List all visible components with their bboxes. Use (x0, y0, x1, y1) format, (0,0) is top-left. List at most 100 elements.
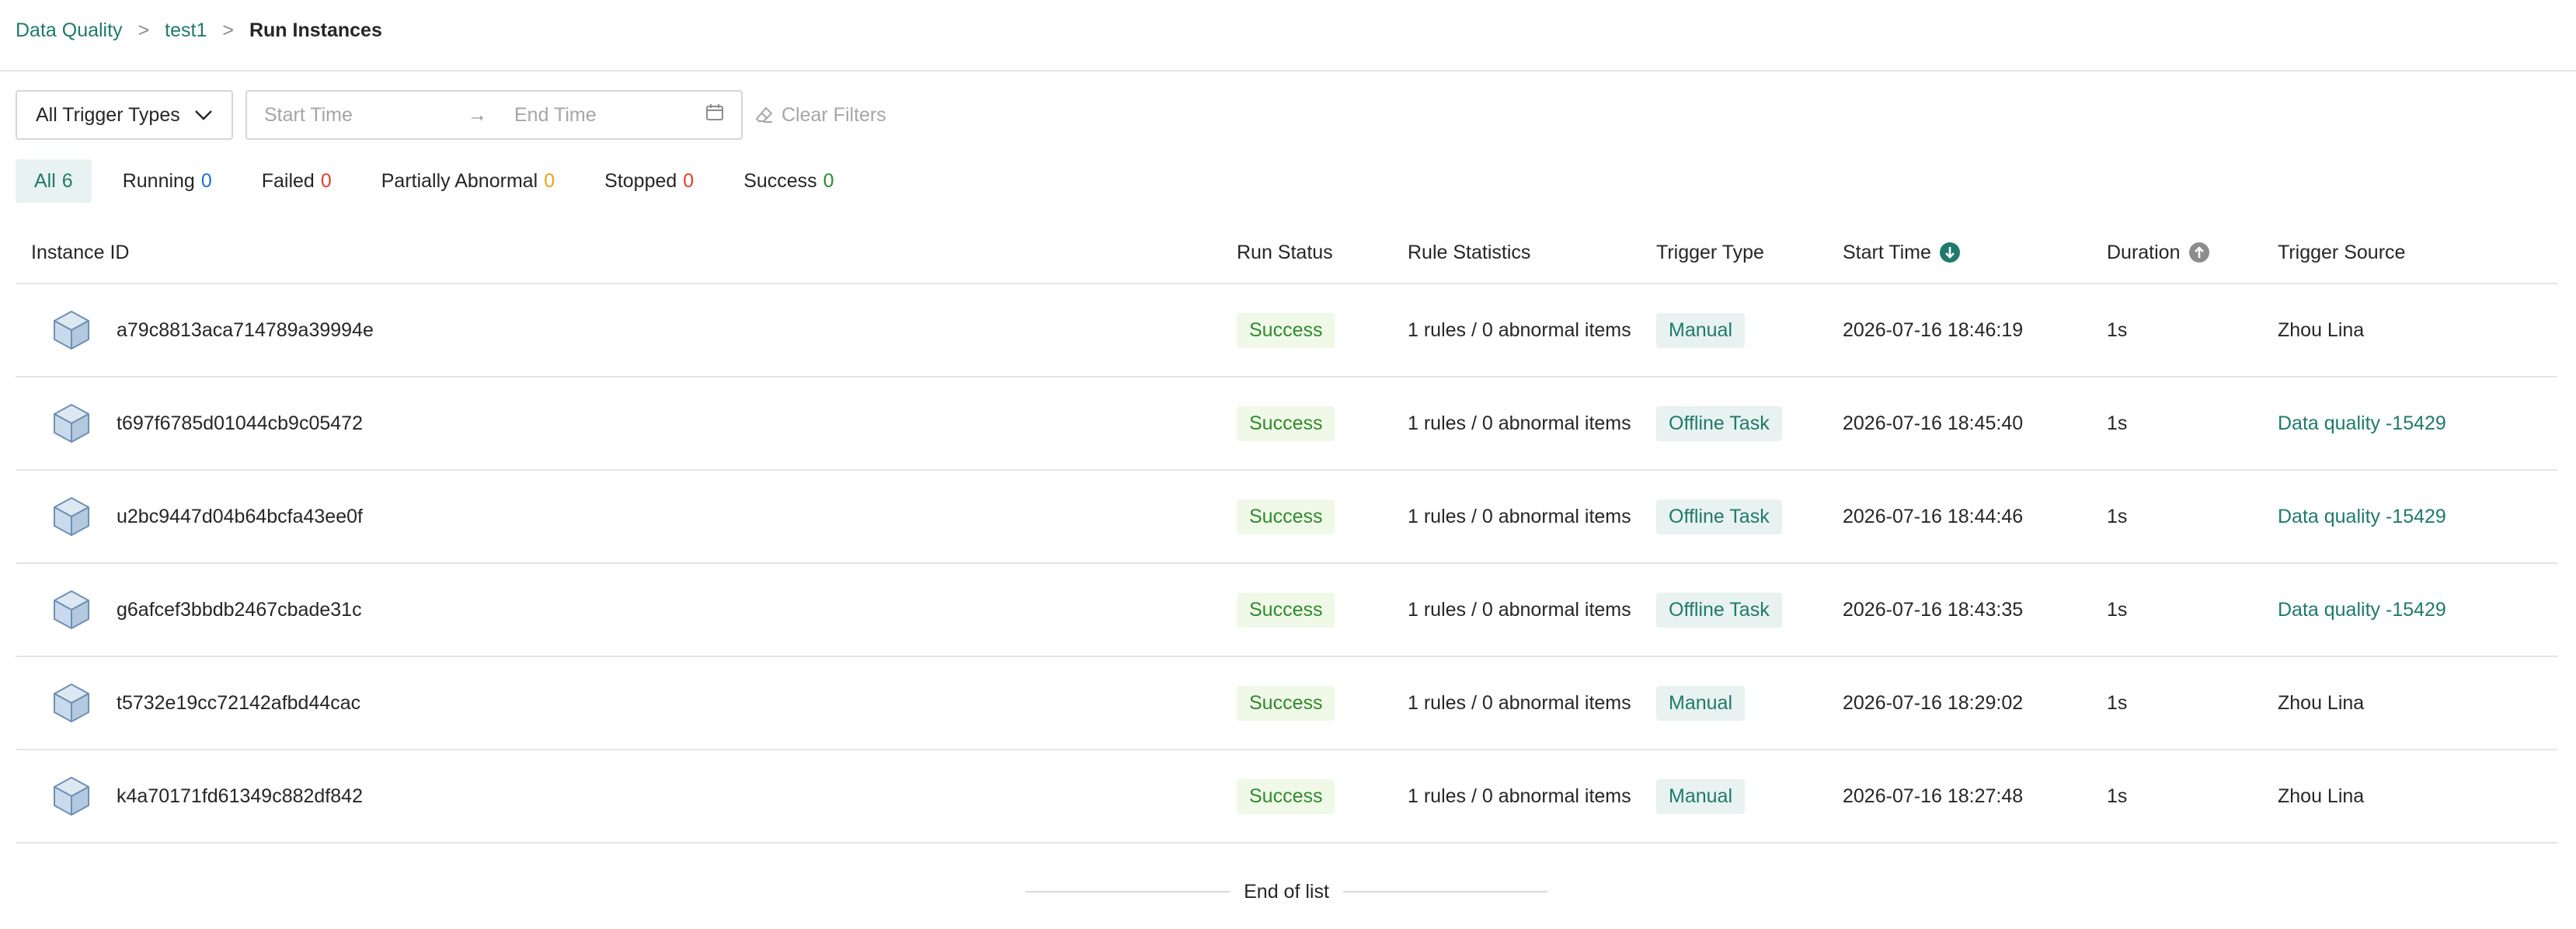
cell-trigger-type: Manual (1656, 685, 1843, 721)
breadcrumb: Data Quality > test1 > Run Instances (16, 0, 382, 61)
trigger-source-text[interactable]: Data quality -15429 (2278, 599, 2446, 621)
cell-start-time: 2026-07-16 18:45:40 (1843, 412, 2024, 434)
cell-run-status: Success (1237, 685, 1408, 721)
sort-up-icon[interactable] (2188, 242, 2210, 263)
clear-filters-label: Clear Filters (782, 103, 886, 126)
cube-icon (54, 777, 89, 816)
divider-line (1025, 891, 1231, 892)
tab-label: Partially Abnormal (381, 169, 538, 192)
cell-run-status: Success (1237, 499, 1408, 534)
trigger-type-tag: Manual (1656, 685, 1745, 721)
cell-instance-id: t5732e19cc72142afbd44cac (16, 680, 1237, 726)
tab-count: 6 (61, 169, 73, 192)
column-header-label: Start Time (1843, 241, 1931, 263)
table-row[interactable]: t5732e19cc72142afbd44cac Success 1 rules /… (16, 657, 2557, 750)
trigger-source-text[interactable]: Data quality -15429 (2278, 412, 2446, 434)
tab-stopped[interactable]: Stopped 0 (586, 159, 712, 203)
cell-start-time: 2026-07-16 18:27:48 (1843, 785, 2024, 807)
tab-count: 0 (320, 169, 332, 192)
column-header-start-time[interactable]: Start Time (1843, 242, 2107, 264)
status-badge: Success (1237, 499, 1335, 534)
cube-icon (54, 404, 89, 443)
tab-failed[interactable]: Failed 0 (243, 159, 350, 203)
cell-rule-statistics: 1 rules / 0 abnormal items (1408, 318, 1631, 341)
start-time-input[interactable]: Start Time (264, 104, 468, 127)
cell-duration: 1s (2107, 691, 2128, 714)
breadcrumb-separator: > (222, 19, 234, 41)
cell-start-time: 2026-07-16 18:29:02 (1843, 691, 2024, 714)
cell-trigger-source: Zhou Lina (2278, 319, 2557, 342)
table-row[interactable]: u2bc9447d04b64bcfa43ee0f Success 1 rules /… (16, 471, 2557, 564)
column-header-trigger-type: Trigger Type (1656, 241, 1764, 263)
end-time-input[interactable]: End Time (514, 104, 705, 127)
table-row[interactable]: a79c8813aca714789a39994e Success 1 rules /… (16, 284, 2557, 378)
status-tabs: All 6 Running 0 Failed 0 Partially Abnor… (16, 159, 865, 203)
status-badge: Success (1237, 685, 1335, 721)
status-badge: Success (1237, 405, 1335, 441)
end-of-list-label: End of list (1244, 880, 1329, 903)
cell-instance-id: t697f6785d01044cb9c05472 (16, 400, 1237, 447)
cell-run-status: Success (1237, 312, 1408, 348)
cell-instance-id: g6afcef3bbdb2467cbade31c (16, 586, 1237, 633)
tab-count: 0 (683, 169, 694, 192)
tab-count: 0 (200, 169, 212, 192)
instance-id-text[interactable]: k4a70171fd61349c882df842 (117, 785, 363, 808)
header-divider (0, 70, 2576, 71)
cube-icon (54, 311, 89, 350)
column-header-trigger-source: Trigger Source (2278, 241, 2406, 263)
calendar-icon[interactable] (705, 103, 724, 127)
cell-trigger-source: Data quality -15429 (2278, 599, 2557, 621)
cube-icon (54, 684, 89, 722)
tab-label: Running (122, 169, 195, 192)
time-range-picker[interactable]: Start Time → End Time (245, 90, 743, 140)
cell-trigger-source: Zhou Lina (2278, 692, 2557, 715)
tab-count: 0 (544, 169, 555, 192)
cell-duration: 1s (2107, 598, 2128, 621)
trigger-type-tag: Manual (1656, 312, 1745, 348)
instance-id-text[interactable]: u2bc9447d04b64bcfa43ee0f (117, 506, 363, 528)
trigger-source-text: Zhou Lina (2278, 318, 2365, 341)
cell-rule-statistics: 1 rules / 0 abnormal items (1408, 412, 1631, 434)
cell-trigger-source: Zhou Lina (2278, 785, 2557, 808)
instance-id-text[interactable]: g6afcef3bbdb2467cbade31c (117, 599, 362, 621)
table-row[interactable]: t697f6785d01044cb9c05472 Success 1 rules /… (16, 378, 2557, 471)
clear-filters-button[interactable]: Clear Filters (755, 104, 886, 127)
tab-partially-abnormal[interactable]: Partially Abnormal 0 (363, 159, 573, 203)
column-header-duration[interactable]: Duration (2107, 242, 2278, 264)
sort-down-icon[interactable] (1939, 242, 1961, 263)
tab-running[interactable]: Running 0 (104, 159, 231, 203)
trigger-source-text[interactable]: Data quality -15429 (2278, 506, 2446, 527)
tab-success[interactable]: Success 0 (725, 159, 852, 203)
trigger-type-tag: Manual (1656, 778, 1745, 814)
trigger-source-text: Zhou Lina (2278, 691, 2365, 714)
instance-id-text[interactable]: t5732e19cc72142afbd44cac (117, 692, 360, 715)
cell-run-status: Success (1237, 592, 1408, 628)
cell-trigger-type: Offline Task (1656, 592, 1843, 628)
cell-rule-statistics: 1 rules / 0 abnormal items (1408, 598, 1631, 621)
tab-label: Failed (261, 169, 315, 192)
status-badge: Success (1237, 312, 1335, 348)
table-row[interactable]: g6afcef3bbdb2467cbade31c Success 1 rules /… (16, 564, 2557, 657)
cell-instance-id: a79c8813aca714789a39994e (16, 307, 1237, 353)
cube-icon (54, 590, 89, 629)
breadcrumb-data-quality[interactable]: Data Quality (16, 19, 123, 42)
instance-id-text[interactable]: t697f6785d01044cb9c05472 (117, 412, 363, 435)
column-header-rule-statistics: Rule Statistics (1408, 241, 1531, 263)
cell-trigger-type: Manual (1656, 312, 1843, 348)
cell-start-time: 2026-07-16 18:46:19 (1843, 318, 2024, 341)
instances-table: Instance ID Run Status Rule Statistics T… (16, 222, 2557, 844)
instance-id-text[interactable]: a79c8813aca714789a39994e (117, 319, 374, 342)
trigger-type-select[interactable]: All Trigger Types (16, 90, 233, 140)
cell-run-status: Success (1237, 778, 1408, 814)
table-row[interactable]: k4a70171fd61349c882df842 Success 1 rules /… (16, 750, 2557, 844)
tab-all[interactable]: All 6 (16, 159, 92, 203)
divider-line (1342, 891, 1547, 892)
cell-trigger-type: Offline Task (1656, 499, 1843, 534)
cell-duration: 1s (2107, 505, 2128, 527)
tab-label: Success (743, 169, 817, 192)
cell-start-time: 2026-07-16 18:44:46 (1843, 505, 2024, 527)
cell-duration: 1s (2107, 785, 2128, 807)
end-of-list: End of list (1025, 876, 1547, 907)
breadcrumb-test1[interactable]: test1 (165, 19, 207, 42)
cell-run-status: Success (1237, 405, 1408, 441)
